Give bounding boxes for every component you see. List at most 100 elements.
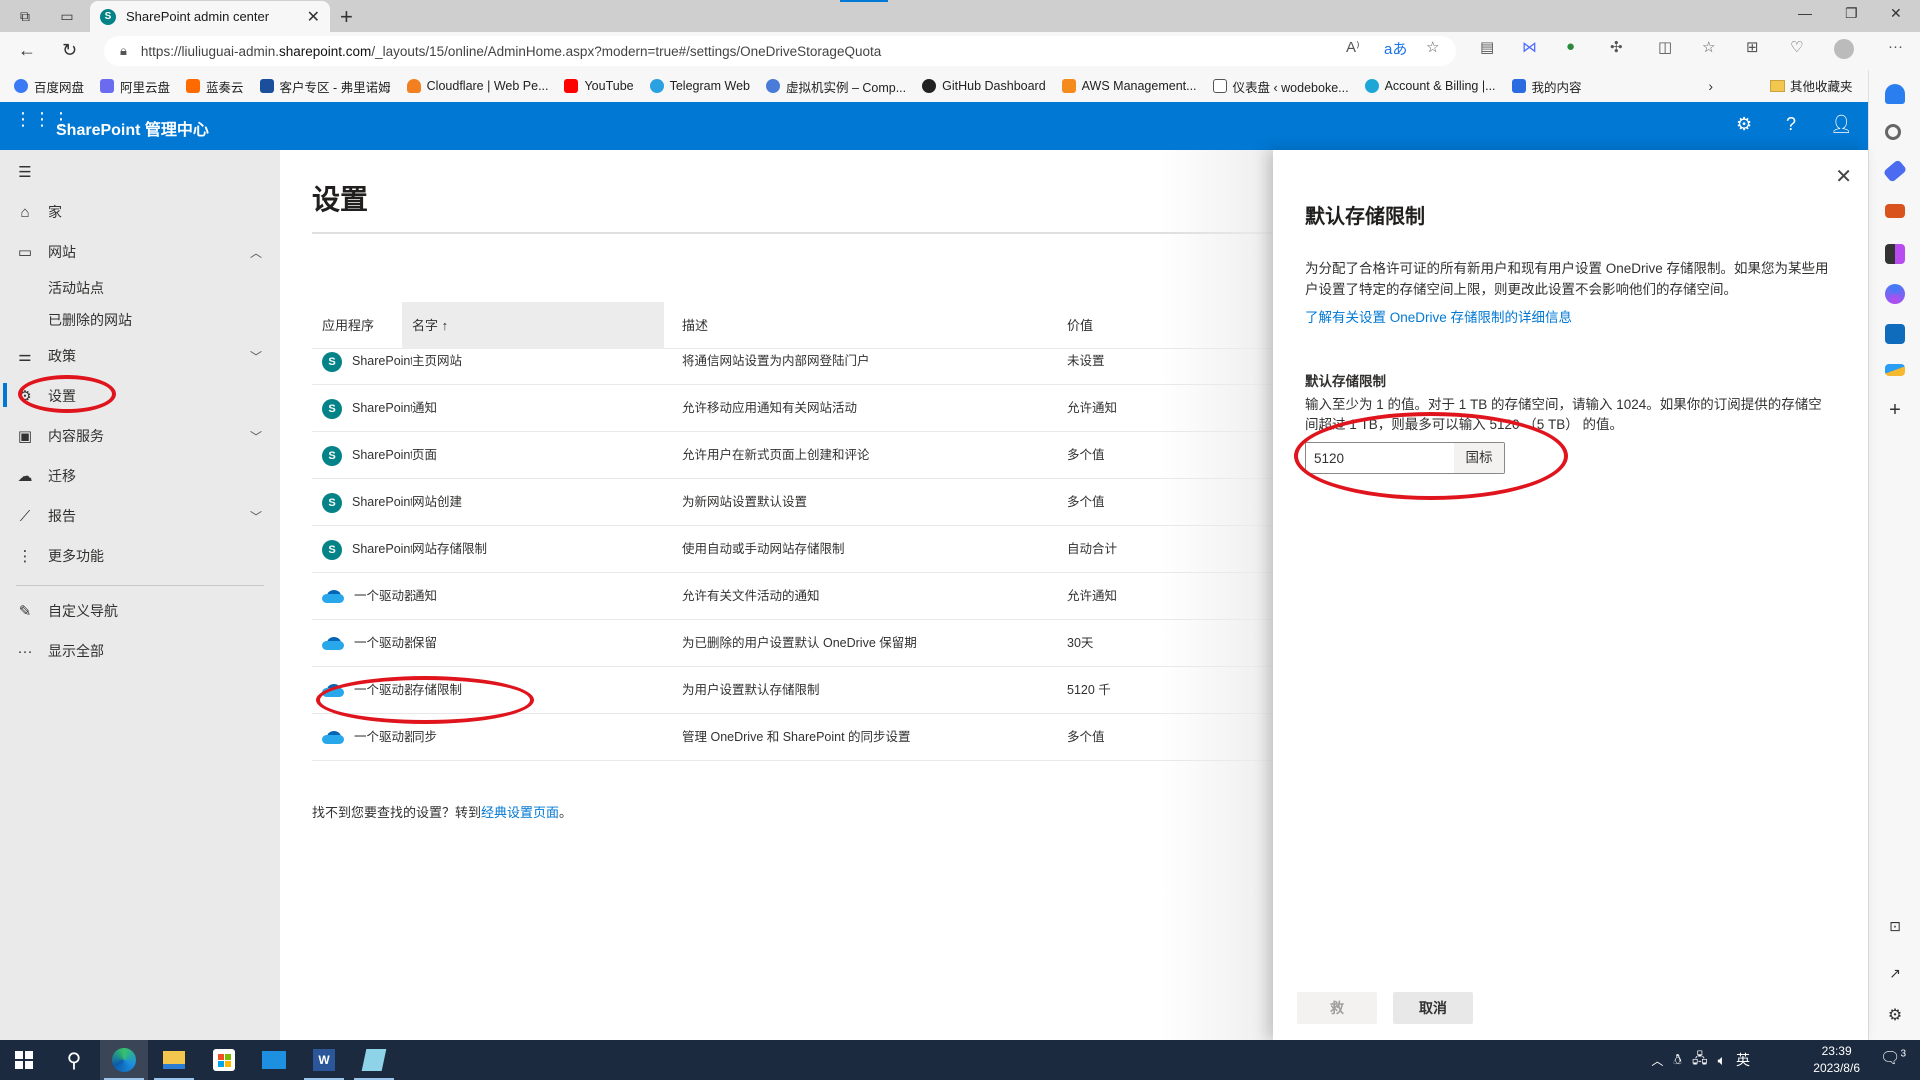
app-launcher-icon[interactable]: ⋮⋮⋮ — [14, 110, 70, 128]
save-button[interactable]: 救 — [1297, 992, 1377, 1024]
bookmark[interactable]: YouTube — [564, 79, 634, 93]
learn-more-link[interactable]: 了解有关设置 OneDrive 存储限制的详细信息 — [1305, 306, 1572, 326]
storage-limit-input[interactable] — [1306, 443, 1454, 473]
close-tab-icon[interactable]: ✕ — [307, 7, 320, 27]
bookmark[interactable]: 我的内容 — [1511, 77, 1582, 96]
nav-item-customize-navigation[interactable]: ✎ 自定义导航 — [0, 593, 280, 629]
volume-icon[interactable]: 🔈︎ — [1718, 1052, 1726, 1069]
taskbar-store[interactable] — [200, 1040, 248, 1080]
profile-avatar[interactable] — [1834, 39, 1854, 59]
nav-item-active-sites[interactable]: 活动站点 — [0, 270, 280, 306]
action-center-button[interactable]: 🗨︎3 — [1880, 1048, 1906, 1068]
restore-button[interactable]: ❐ — [1845, 5, 1858, 22]
extension-icon[interactable]: ⋈ — [1522, 38, 1537, 56]
classic-settings-link[interactable]: 经典设置页面 — [481, 805, 559, 820]
account-icon[interactable]: 👤︎ — [1830, 114, 1853, 135]
taskbar-file-explorer[interactable] — [150, 1040, 198, 1080]
nav-item-settings[interactable]: ⚙ 设置 — [0, 378, 280, 414]
toolbox-icon[interactable] — [1885, 204, 1905, 218]
left-navigation: ☰ ⌂ 家 ▭ 网站 ︿ 活动站点 已删除的网站 ⚌ 政策 ﹀ ⚙ 设置 ▣ 内容服务 ﹀ ☁ 迁… — [0, 150, 280, 1040]
taskbar-search-button[interactable]: ⚲ — [50, 1040, 98, 1080]
read-aloud-icon[interactable]: A⁾ — [1346, 38, 1360, 56]
taskbar-edge[interactable] — [100, 1040, 148, 1080]
nav-item-deleted-sites[interactable]: 已删除的网站 — [0, 302, 280, 338]
nav-item-content-services[interactable]: ▣ 内容服务 ﹀ — [0, 418, 280, 454]
tag-icon[interactable] — [1882, 159, 1908, 183]
bookmark[interactable]: Cloudflare | Web Pe... — [406, 79, 548, 93]
bookmark[interactable]: Telegram Web — [649, 79, 750, 93]
collections-icon[interactable]: ⊞ — [1746, 38, 1759, 56]
close-panel-icon[interactable]: ✕ — [1835, 164, 1852, 189]
extensions-icon[interactable]: ✣ — [1610, 38, 1623, 56]
bookmark[interactable]: Account & Billing |... — [1364, 79, 1496, 93]
bookmark[interactable]: AWS Management... — [1061, 79, 1197, 93]
browser-essentials-icon[interactable]: ♡ — [1790, 38, 1803, 56]
split-screen-icon[interactable]: ◫ — [1658, 38, 1672, 56]
nav-item-home[interactable]: ⌂ 家 — [0, 194, 280, 230]
microsoft365-icon[interactable] — [1885, 284, 1905, 304]
reading-view-icon[interactable]: ▤ — [1480, 38, 1494, 56]
globe-extension-icon[interactable]: ● — [1566, 38, 1575, 55]
system-tray: ︿ 🐧︎ 🖧︎ 🔈︎ 英 — [1651, 1040, 1750, 1080]
cancel-button[interactable]: 取消 — [1393, 992, 1473, 1024]
outlook-icon[interactable] — [1885, 324, 1905, 344]
show-hidden-icons-chevron-icon[interactable]: ︿ — [1651, 1052, 1663, 1069]
search-icon: ⚲ — [66, 1049, 82, 1072]
taskbar-word[interactable]: W — [300, 1040, 348, 1080]
notification-bell-icon[interactable] — [1885, 84, 1905, 104]
open-external-icon[interactable]: ↗ — [1885, 965, 1905, 985]
nav-item-migration[interactable]: ☁ 迁移 — [0, 458, 280, 494]
bookmark[interactable]: GitHub Dashboard — [922, 79, 1046, 93]
minimize-button[interactable]: — — [1798, 5, 1812, 21]
nav-item-show-all[interactable]: ··· 显示全部 — [0, 633, 280, 669]
browser-tab[interactable]: S SharePoint admin center ✕ — [90, 1, 330, 32]
close-window-button[interactable]: ✕ — [1890, 5, 1902, 22]
nav-collapse-button[interactable]: ☰ — [0, 154, 280, 190]
chess-icon[interactable] — [1885, 244, 1905, 264]
taskbar-mail[interactable] — [250, 1040, 298, 1080]
translate-icon[interactable]: aあ — [1384, 38, 1407, 59]
search-icon[interactable] — [1885, 124, 1901, 140]
app-cell: 一个驱动器 — [322, 714, 412, 761]
bookmark[interactable]: 客户专区 - 弗里诺姆 — [259, 77, 391, 96]
bookmark[interactable]: 虚拟机实例 – Comp... — [765, 77, 906, 96]
clock[interactable]: 23:39 2023/8/6 — [1813, 1043, 1860, 1077]
add-icon[interactable]: + — [1885, 400, 1905, 420]
settings-gear-icon[interactable]: ⚙ — [1736, 114, 1752, 135]
more-menu-icon[interactable]: ··· — [1888, 38, 1903, 55]
favorite-star-icon[interactable]: ☆ — [1426, 38, 1439, 56]
bookmark[interactable]: 仪表盘 ‹ wodeboke... — [1212, 77, 1349, 96]
page-icon — [1212, 79, 1227, 93]
desc-cell: 为新网站设置默认设置 — [682, 495, 808, 509]
app-cell: S SharePoint — [322, 385, 412, 432]
other-bookmarks-folder[interactable]: 其他收藏夹 — [1770, 76, 1853, 95]
back-button[interactable]: ← — [18, 40, 36, 61]
network-icon[interactable]: 🖧︎ — [1692, 1048, 1708, 1072]
start-button[interactable] — [0, 1040, 48, 1080]
app-name: 一个驱动器 — [354, 636, 412, 650]
help-icon[interactable]: ? — [1786, 114, 1796, 135]
taskbar-notepad[interactable] — [350, 1040, 398, 1080]
address-bar[interactable]: 🔒︎ https://liuliuguai-admin.sharepoint.c… — [104, 36, 1456, 66]
more-bookmarks-chevron-icon[interactable]: › — [1708, 78, 1713, 94]
field-label: 默认存储限制 — [1305, 374, 1386, 389]
new-tab-button[interactable]: + — [340, 4, 353, 30]
sidebar-settings-icon[interactable]: ⚙ — [1885, 1005, 1905, 1025]
ime-indicator[interactable]: 英 — [1736, 1050, 1750, 1070]
bookmark[interactable]: 阿里云盘 — [100, 77, 170, 96]
refresh-button[interactable]: ↻ — [62, 40, 77, 61]
app-title[interactable]: SharePoint 管理中心 — [56, 116, 209, 140]
sharepoint-header: ⋮⋮⋮ SharePoint 管理中心 ⚙ ? 👤︎ — [0, 102, 1868, 150]
bookmark[interactable]: 百度网盘 — [14, 77, 84, 96]
favorites-icon[interactable]: ☆ — [1702, 38, 1715, 56]
nav-item-sites[interactable]: ▭ 网站 ︿ — [0, 234, 280, 270]
bookmark[interactable]: 蓝奏云 — [186, 77, 244, 96]
nav-item-reports[interactable]: ⟋ 报告 ﹀ — [0, 498, 280, 534]
screenshot-icon[interactable]: ⊡ — [1885, 918, 1905, 938]
nav-item-policies[interactable]: ⚌ 政策 ﹀ — [0, 338, 280, 374]
tab-actions-icon[interactable]: ▭ — [58, 7, 76, 25]
send-icon[interactable] — [1885, 364, 1905, 376]
workspaces-icon[interactable]: ⧉ — [16, 7, 34, 25]
nav-item-more-features[interactable]: ⋮ 更多功能 — [0, 538, 280, 574]
qq-icon[interactable]: 🐧︎ — [1673, 1051, 1682, 1070]
